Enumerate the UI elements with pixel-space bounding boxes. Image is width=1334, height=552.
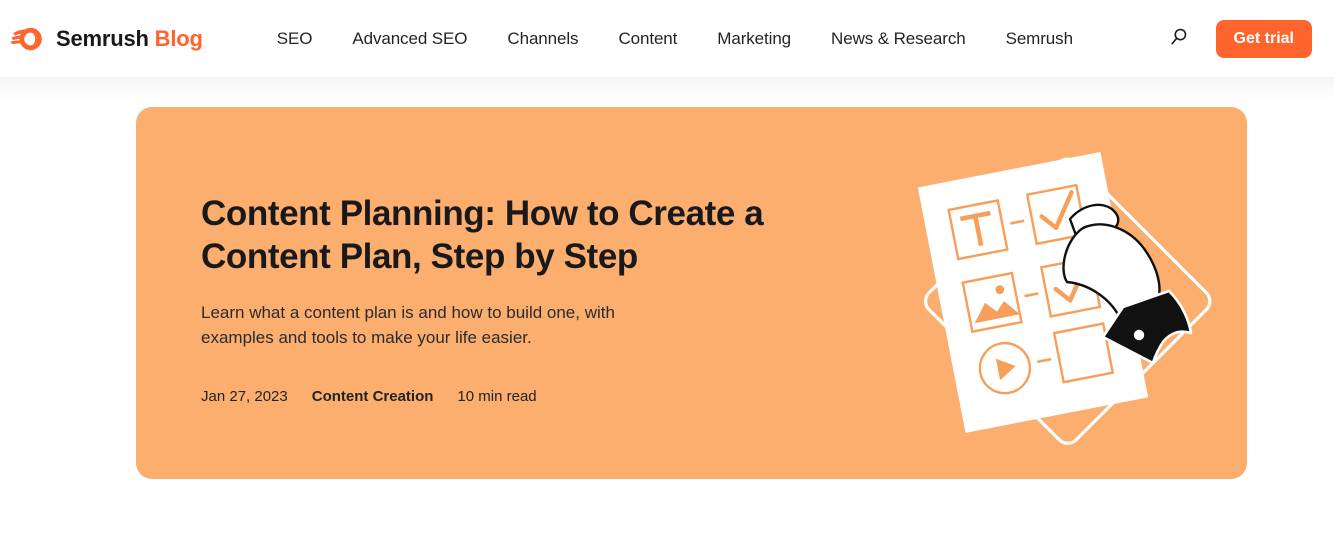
post-date: Jan 27, 2023 <box>201 388 288 405</box>
search-button[interactable] <box>1164 24 1194 54</box>
site-header: Semrush Blog SEO Advanced SEO Channels C… <box>0 0 1334 77</box>
featured-post-hero-card[interactable]: Content Planning: How to Create a Conten… <box>136 107 1247 479</box>
nav-item-channels[interactable]: Channels <box>487 23 598 55</box>
brand-name: Semrush Blog <box>56 26 203 52</box>
hero-text-block: Content Planning: How to Create a Conten… <box>201 192 821 405</box>
hero-subtitle: Learn what a content plan is and how to … <box>201 300 671 350</box>
nav-item-semrush[interactable]: Semrush <box>986 23 1093 55</box>
post-category[interactable]: Content Creation <box>312 388 434 405</box>
search-icon <box>1168 26 1190 51</box>
post-read-time: 10 min read <box>457 388 536 405</box>
brand-logo-link[interactable]: Semrush Blog <box>10 0 203 77</box>
brand-name-primary: Semrush <box>56 26 149 51</box>
get-trial-button[interactable]: Get trial <box>1216 20 1312 58</box>
brand-name-suffix: Blog <box>155 26 203 51</box>
checklist-card-with-hand-illustration-icon <box>907 107 1237 479</box>
nav-item-news-and-research[interactable]: News & Research <box>811 23 986 55</box>
nav-item-marketing[interactable]: Marketing <box>697 23 811 55</box>
post-meta: Jan 27, 2023 Content Creation 10 min rea… <box>201 388 821 405</box>
header-shadow <box>0 77 1334 103</box>
nav-item-seo[interactable]: SEO <box>259 23 333 55</box>
nav-item-content[interactable]: Content <box>598 23 697 55</box>
primary-navigation: SEO Advanced SEO Channels Content Market… <box>259 23 1093 55</box>
page-title: Content Planning: How to Create a Conten… <box>201 192 821 278</box>
semrush-comet-logo-icon <box>10 22 44 56</box>
header-actions: Get trial <box>1164 20 1312 58</box>
nav-item-advanced-seo[interactable]: Advanced SEO <box>332 23 487 55</box>
